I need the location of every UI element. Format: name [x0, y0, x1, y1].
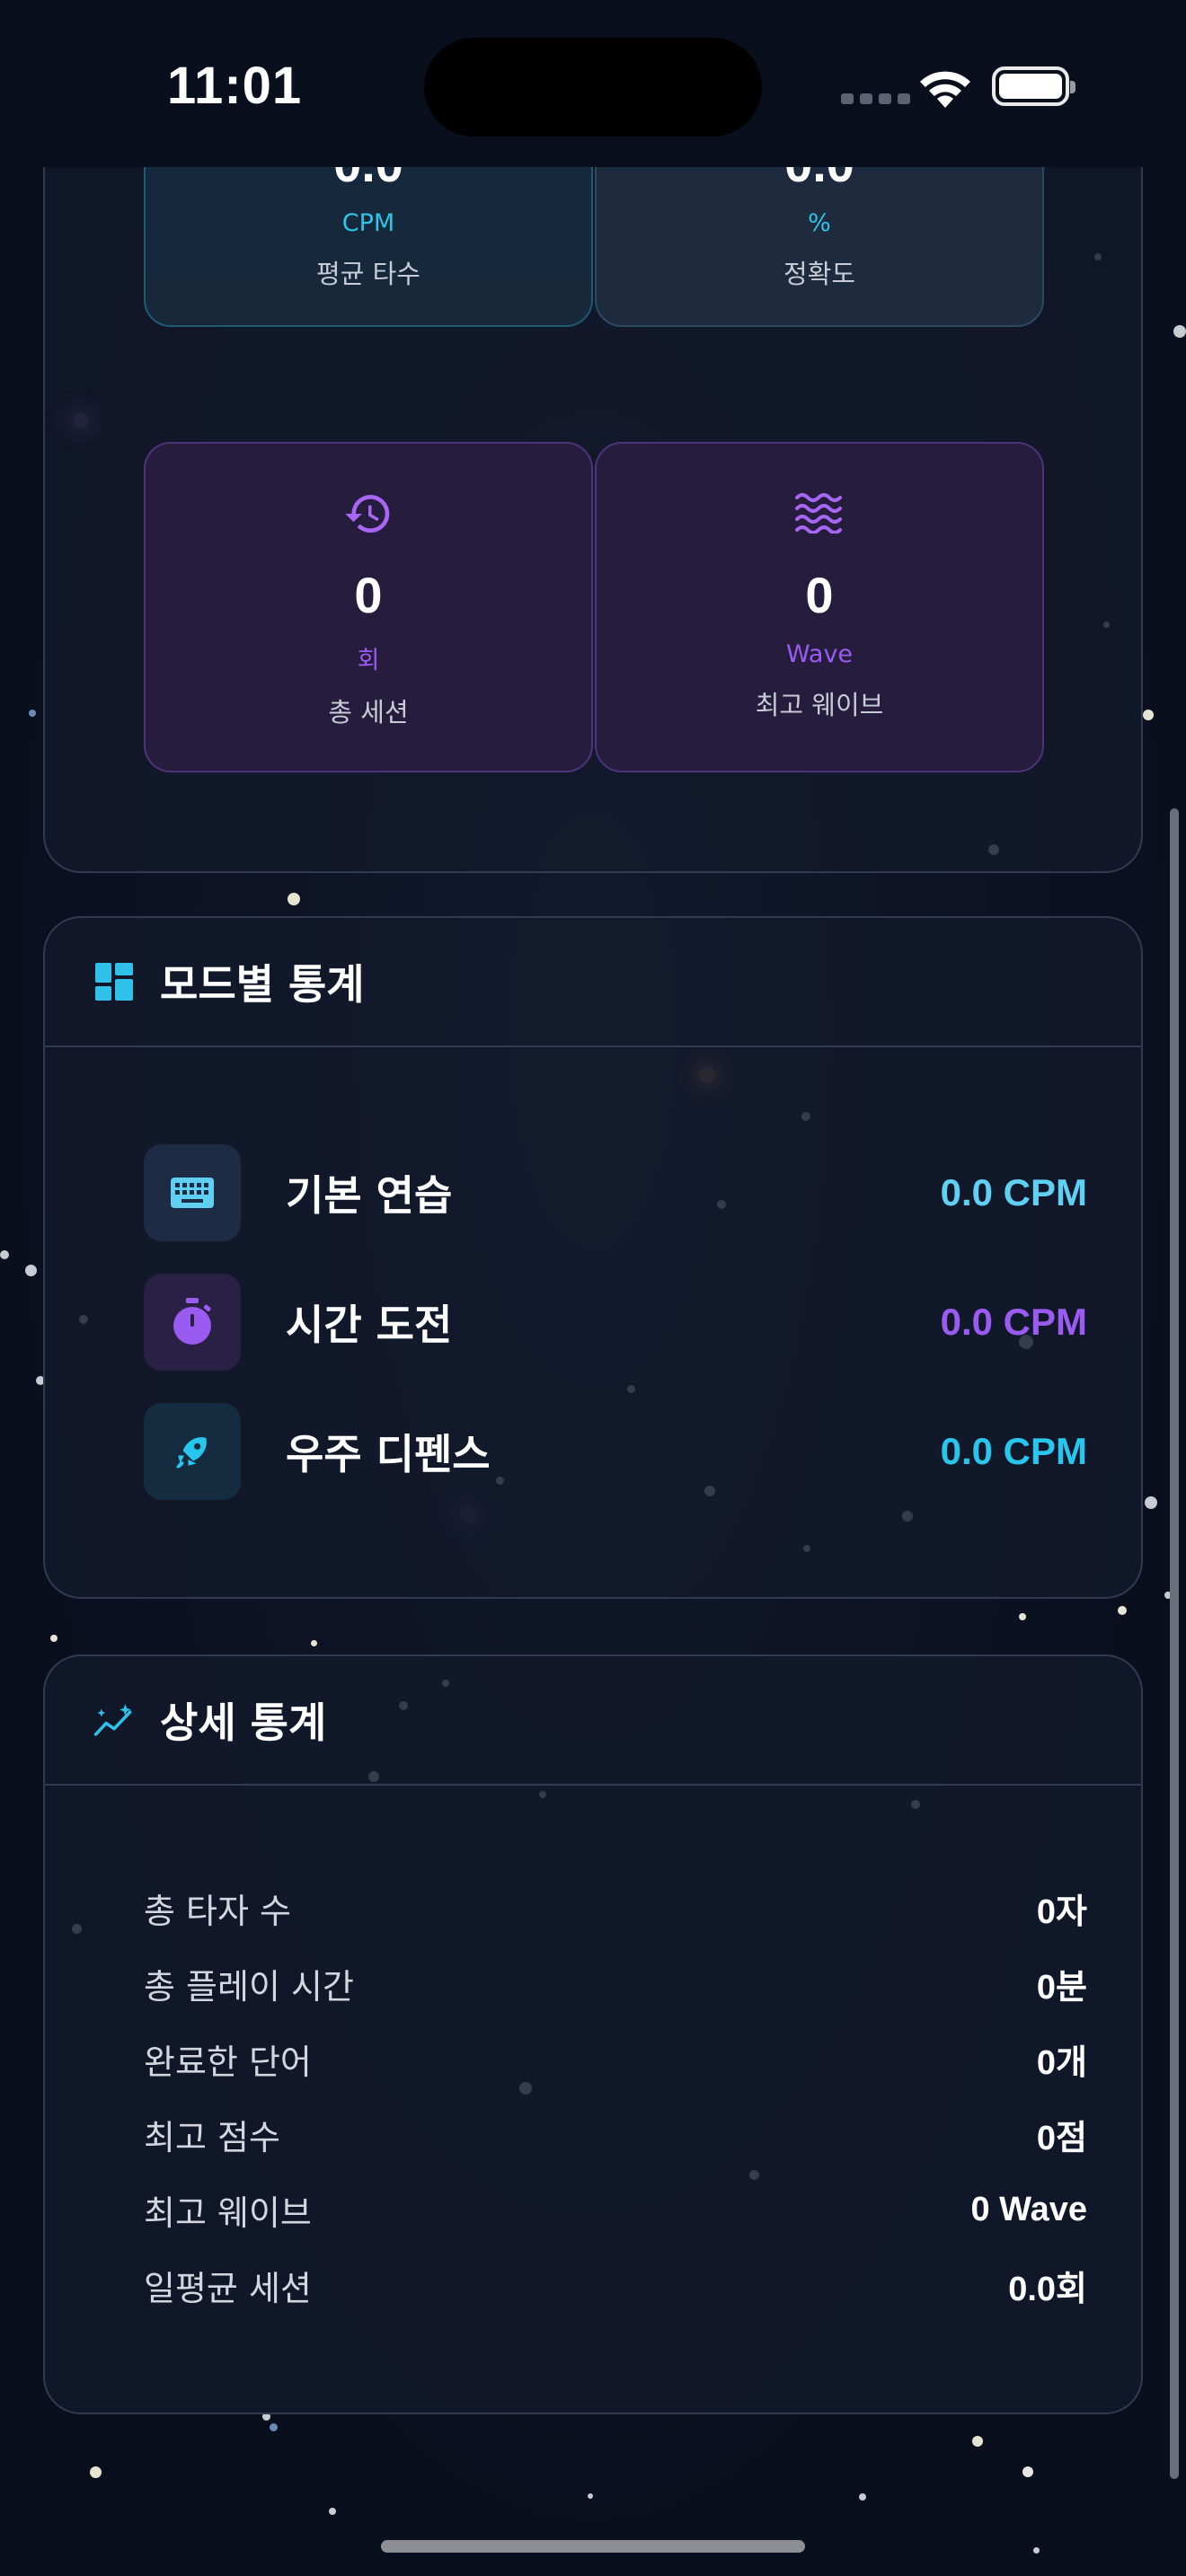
mode-row-basic[interactable]: 기본 연습 0.0 CPM: [144, 1144, 1087, 1241]
total-sessions-tile: 0 회 총 세션: [144, 442, 593, 772]
dashboard-icon: [93, 961, 135, 1002]
mode-stats-header: 모드별 통계: [45, 918, 1141, 1047]
stat-label: 일평균 세션: [144, 2268, 312, 2308]
mode-value-space-defense: 0.0 CPM: [940, 1430, 1087, 1472]
stat-row-total-playtime: 총 플레이 시간 0분: [144, 1956, 1087, 2010]
stat-row-best-wave: 최고 웨이브 0 Wave: [144, 2183, 1087, 2236]
total-sessions-value: 0: [354, 567, 383, 623]
average-cpm-unit: CPM: [341, 209, 395, 237]
stat-row-completed-words: 완료한 단어 0개: [144, 2032, 1087, 2086]
best-wave-unit: Wave: [785, 640, 854, 668]
mode-value-time-challenge: 0.0 CPM: [940, 1301, 1087, 1343]
best-wave-label: 최고 웨이브: [755, 690, 884, 720]
battery-icon: [992, 66, 1075, 106]
stat-label: 최고 웨이브: [144, 2192, 312, 2233]
wifi-icon: [916, 65, 974, 113]
stopwatch-icon: [144, 1274, 241, 1371]
status-time: 11:01: [167, 57, 303, 115]
detail-stats-card: 상세 통계 총 타자 수 0자 총 플레이 시간 0분 완료한 단어 0개 최고…: [43, 1654, 1143, 2414]
cellular-signal-icon: [841, 93, 910, 104]
stat-label: 완료한 단어: [144, 2042, 312, 2082]
status-bar: 11:01: [0, 0, 1186, 167]
mode-name-time-challenge: 시간 도전: [286, 1301, 453, 1349]
stat-value: 0.0회: [1008, 2270, 1087, 2308]
total-sessions-label: 총 세션: [328, 697, 409, 728]
keyboard-icon: [144, 1144, 241, 1241]
stat-row-daily-avg-sessions: 일평균 세션 0.0회: [144, 2258, 1087, 2312]
stat-row-high-score: 최고 점수 0점: [144, 2107, 1087, 2161]
dynamic-island: [424, 38, 762, 137]
trending-sparkle-icon: [93, 1699, 135, 1741]
detail-stats-header: 상세 통계: [45, 1656, 1141, 1786]
best-wave-tile: 0 Wave 최고 웨이브: [595, 442, 1044, 772]
stat-label: 총 타자 수: [144, 1891, 291, 1931]
mode-row-space-defense[interactable]: 우주 디펜스 0.0 CPM: [144, 1403, 1087, 1500]
mode-name-space-defense: 우주 디펜스: [286, 1430, 491, 1478]
accuracy-unit: %: [808, 209, 831, 237]
mode-value-basic: 0.0 CPM: [940, 1171, 1087, 1213]
mode-row-time-challenge[interactable]: 시간 도전 0.0 CPM: [144, 1274, 1087, 1371]
average-cpm-label: 평균 타수: [316, 259, 420, 289]
scrollbar[interactable]: [1170, 808, 1179, 2479]
best-wave-value: 0: [805, 567, 834, 623]
history-icon: [343, 489, 394, 539]
accuracy-label: 정확도: [783, 259, 856, 289]
stat-value: 0 Wave: [970, 2190, 1087, 2228]
waves-icon: [793, 489, 845, 539]
mode-name-basic: 기본 연습: [286, 1171, 453, 1220]
mode-stats-card: 모드별 통계 기본 연습 0.0 CPM 시간 도전 0.0 CPM 우주 디펜…: [43, 916, 1143, 1599]
mode-stats-title: 모드별 통계: [160, 960, 365, 1009]
stat-value: 0자: [1036, 1892, 1087, 1931]
stat-label: 최고 점수: [144, 2117, 280, 2157]
stat-value: 0분: [1036, 1968, 1087, 2007]
stat-row-total-keystrokes: 총 타자 수 0자: [144, 1881, 1087, 1935]
summary-card: 0.0 CPM 평균 타수 0.0 % 정확도 0 회 총 세션: [43, 99, 1143, 873]
stat-value: 0점: [1036, 2119, 1087, 2157]
home-indicator[interactable]: [381, 2540, 805, 2553]
stat-label: 총 플레이 시간: [144, 1966, 354, 2007]
stat-value: 0개: [1036, 2043, 1087, 2082]
total-sessions-unit: 회: [357, 647, 380, 675]
screen: 11:01 0.0 CPM 평균 타수 0.0 % 정확도: [0, 0, 1186, 2576]
detail-stats-title: 상세 통계: [160, 1698, 327, 1747]
rocket-icon: [144, 1403, 241, 1500]
